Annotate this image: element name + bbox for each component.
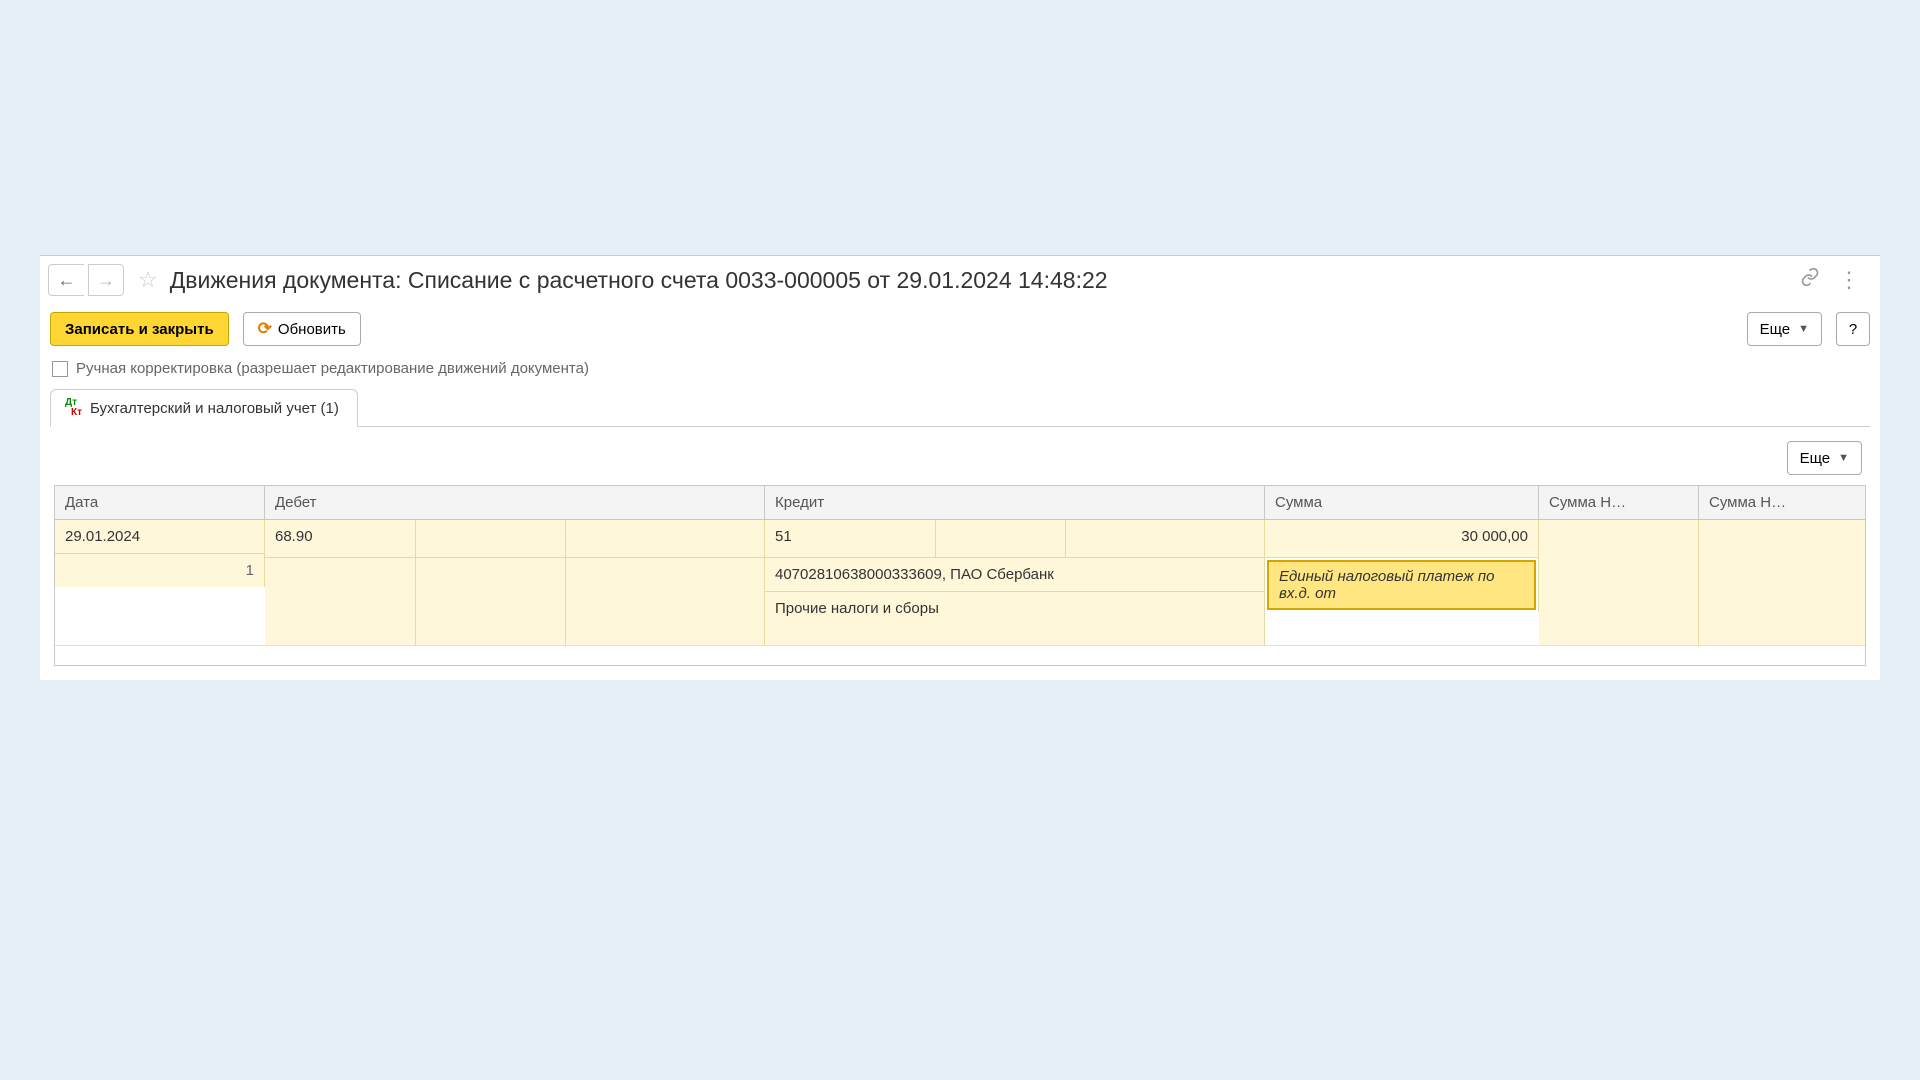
tab-more-button[interactable]: Еще ▼ <box>1787 441 1862 475</box>
help-button[interactable]: ? <box>1836 312 1870 346</box>
grid-header: Дата Дебет Кредит Сумма Сумма Н… Сумма Н… <box>55 486 1865 520</box>
tab-label: Бухгалтерский и налоговый учет (1) <box>90 400 339 417</box>
cell-sum-n1 <box>1539 520 1699 645</box>
chevron-down-icon: ▼ <box>1798 323 1809 335</box>
main-toolbar: Записать и закрыть ⟳ Обновить Еще ▼ ? <box>40 304 1880 354</box>
cell-credit-sub2 <box>1066 520 1264 558</box>
cell-credit-sub1 <box>936 520 1065 558</box>
cell-debit-sub1 <box>416 520 565 558</box>
more-label: Еще <box>1760 321 1791 338</box>
chevron-down-icon: ▼ <box>1838 452 1849 464</box>
grid-footer <box>55 645 1865 665</box>
favorite-star-icon[interactable]: ☆ <box>138 267 158 293</box>
nav-forward-button[interactable]: → <box>88 264 124 296</box>
refresh-label: Обновить <box>278 321 346 338</box>
manual-edit-row: Ручная корректировка (разрешает редактир… <box>40 354 1880 389</box>
tab-content: Еще ▼ Дата Дебет Кредит Сумма Сумма Н… С… <box>40 427 1880 680</box>
manual-edit-label: Ручная корректировка (разрешает редактир… <box>76 360 589 377</box>
cell-debit-sub2 <box>566 520 764 558</box>
tab-accounting[interactable]: ДтКт Бухгалтерский и налоговый учет (1) <box>50 389 358 427</box>
cell-date: 29.01.2024 <box>55 520 264 554</box>
cell-credit-detail1: 40702810638000333609, ПАО Сбербанк <box>765 558 1264 592</box>
col-header-sum-n1[interactable]: Сумма Н… <box>1539 486 1699 520</box>
col-header-sum-n2[interactable]: Сумма Н… <box>1699 486 1865 520</box>
kebab-menu-icon[interactable]: ⋮ <box>1838 269 1860 291</box>
refresh-icon: ⟳ <box>258 319 272 339</box>
cell-sum: 30 000,00 <box>1265 520 1538 558</box>
col-header-credit[interactable]: Кредит <box>765 486 1265 520</box>
col-header-sum[interactable]: Сумма <box>1265 486 1539 520</box>
more-button[interactable]: Еще ▼ <box>1747 312 1822 346</box>
col-header-date[interactable]: Дата <box>55 486 265 520</box>
cell-credit-detail2: Прочие налоги и сборы <box>765 592 1264 645</box>
tab-strip: ДтКт Бухгалтерский и налоговый учет (1) <box>50 389 1870 427</box>
page-title: Движения документа: Списание с расчетног… <box>170 267 1796 294</box>
refresh-button[interactable]: ⟳ Обновить <box>243 312 361 346</box>
postings-grid: Дата Дебет Кредит Сумма Сумма Н… Сумма Н… <box>54 485 1866 666</box>
manual-edit-checkbox[interactable] <box>52 361 68 377</box>
document-window: ← → ☆ Движения документа: Списание с рас… <box>40 255 1880 680</box>
col-header-debit[interactable]: Дебет <box>265 486 765 520</box>
tab-more-label: Еще <box>1800 450 1831 467</box>
table-row[interactable]: 29.01.2024 1 68.90 <box>55 520 1865 645</box>
titlebar: ← → ☆ Движения документа: Списание с рас… <box>40 256 1880 304</box>
save-close-button[interactable]: Записать и закрыть <box>50 312 229 346</box>
cell-sum-note[interactable]: Единый налоговый платеж по вх.д. от <box>1267 560 1536 610</box>
nav-back-button[interactable]: ← <box>48 264 84 296</box>
cell-row-number: 1 <box>55 554 264 587</box>
cell-credit-account: 51 <box>765 520 935 558</box>
dt-kt-icon: ДтКт <box>65 398 82 418</box>
cell-sum-n2 <box>1699 520 1865 645</box>
link-icon[interactable] <box>1800 267 1820 293</box>
cell-debit-account: 68.90 <box>265 520 415 558</box>
